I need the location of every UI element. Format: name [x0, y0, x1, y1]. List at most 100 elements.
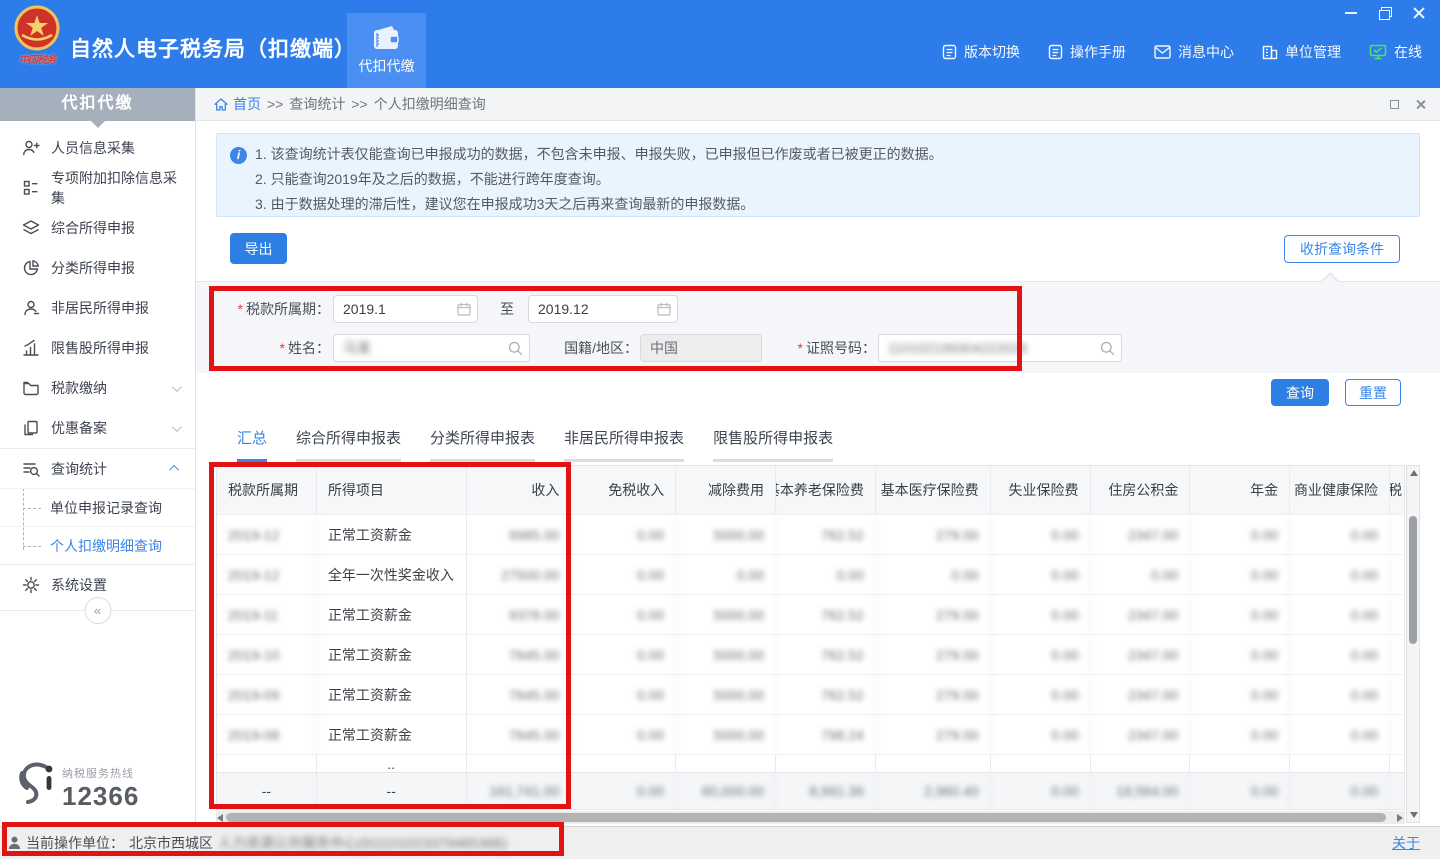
breadcrumb-home[interactable]: 首页 — [214, 94, 261, 114]
tab-nonresident-income[interactable]: 非居民所得申报表 — [564, 427, 684, 462]
online-status[interactable]: 在线 — [1369, 42, 1422, 62]
nav-message-center[interactable]: 消息中心 — [1154, 42, 1234, 62]
column-header[interactable]: 税款所属期 — [217, 466, 317, 514]
column-header[interactable]: 年金 — [1190, 466, 1290, 514]
nav-operation-manual[interactable]: 操作手册 — [1048, 42, 1126, 62]
table-row[interactable]: 2019-10正常工资薪金7645.000.005000.00762.52279… — [217, 634, 1404, 674]
sidebar-item-nonresident-income[interactable]: 非居民所得申报 — [0, 288, 195, 328]
hotline-block: 纳税服务热线 12366 — [16, 759, 139, 813]
export-button[interactable]: 导出 — [230, 233, 287, 264]
table-cell: 0.00 — [1290, 773, 1390, 809]
folder-icon — [22, 379, 40, 397]
table-cell: 0.00 — [1190, 595, 1290, 634]
table-cell: 0.00 — [571, 595, 676, 634]
column-header[interactable]: 住房公积金 — [1091, 466, 1191, 514]
sidebar-item-label: 优惠备案 — [51, 418, 107, 438]
query-button[interactable]: 查询 — [1271, 379, 1329, 406]
logo-brand-text: 中国税务 — [8, 51, 66, 66]
titlebar: 中国税务 自然人电子税务局（扣缴端） 代扣代缴 版本切换 操作手册 — [0, 0, 1440, 88]
table-cell — [1390, 635, 1404, 674]
sidebar-item-query-statistics[interactable]: 查询统计 — [0, 448, 195, 488]
column-header[interactable]: 商业健康保险 — [1290, 466, 1390, 514]
scroll-left-arrow-icon[interactable] — [217, 814, 223, 822]
horizontal-scroll-thumb[interactable] — [226, 813, 1386, 822]
table-row[interactable]: 2019-12全年一次性奖金收入27500.000.000.000.000.00… — [217, 554, 1404, 594]
table-row[interactable]: 2019-11正常工资薪金9378.000.005000.00762.52279… — [217, 594, 1404, 634]
tab-summary[interactable]: 汇总 — [237, 427, 267, 462]
tab-classified-income[interactable]: 分类所得申报表 — [430, 427, 535, 462]
sidebar-item-preferential-filing[interactable]: 优惠备案 — [0, 408, 195, 448]
column-header[interactable]: 基本医疗保险费 — [876, 466, 991, 514]
table-cell: 5000.00 — [676, 635, 776, 674]
column-header[interactable]: 税 — [1390, 466, 1404, 514]
breadcrumb-item[interactable]: 查询统计 — [289, 94, 345, 114]
table-cell: 762.52 — [776, 675, 876, 714]
about-link[interactable]: 关于 — [1392, 833, 1420, 853]
close-icon[interactable] — [1412, 6, 1426, 20]
tab-withholding-module[interactable]: 代扣代缴 — [347, 13, 426, 88]
table-row[interactable]: 2019-08正常工资薪金7645.000.005000.00798.24279… — [217, 714, 1404, 754]
nationality-value: 中国 — [650, 340, 678, 356]
sidebar-collapse-button[interactable]: « — [84, 597, 111, 624]
period-from-input[interactable]: 2019.1 — [333, 295, 478, 323]
reset-button[interactable]: 重置 — [1345, 379, 1401, 406]
scroll-right-arrow-icon[interactable] — [1397, 814, 1403, 822]
tab-restricted-shares[interactable]: 限售股所得申报表 — [713, 427, 833, 462]
required-mark: * — [238, 301, 243, 317]
sidebar-item-unit-declaration-query[interactable]: 单位申报记录查询 — [0, 488, 195, 526]
sidebar-item-restricted-shares[interactable]: 限售股所得申报 — [0, 328, 195, 368]
table-cell: 0.00 — [1290, 635, 1390, 674]
operating-unit-blurred: 人力资源公共服务中心(91110102337948536B) — [218, 833, 507, 853]
column-header[interactable]: 收入 — [467, 466, 572, 514]
table-row[interactable]: 2019-09正常工资薪金7645.000.005000.00762.52279… — [217, 674, 1404, 714]
calendar-icon — [657, 302, 671, 316]
minimize-icon[interactable] — [1344, 6, 1358, 20]
column-header[interactable]: 减除费用 — [676, 466, 776, 514]
sidebar-item-label: 税款缴纳 — [51, 378, 107, 398]
sidebar-item-tax-payment[interactable]: 税款缴纳 — [0, 368, 195, 408]
tab-comprehensive-income[interactable]: 综合所得申报表 — [296, 427, 401, 462]
column-header[interactable]: 失业保险费 — [991, 466, 1091, 514]
table-cell: 762.52 — [776, 635, 876, 674]
operating-unit-value: 北京市西城区 — [129, 833, 213, 853]
scroll-up-arrow-icon[interactable] — [1410, 470, 1418, 476]
sidebar-header: 代扣代缴 — [0, 88, 195, 121]
collapse-query-button[interactable]: 收折查询条件 — [1284, 235, 1400, 263]
sidebar-item-classified-income[interactable]: 分类所得申报 — [0, 248, 195, 288]
sidebar-item-label: 分类所得申报 — [51, 258, 135, 278]
column-header[interactable]: 基本养老保险费 — [776, 466, 876, 514]
sidebar-item-personal-withholding-query[interactable]: 个人扣缴明细查询 — [0, 526, 195, 564]
nav-version-switch[interactable]: 版本切换 — [942, 42, 1020, 62]
sidebar-item-personnel-info[interactable]: 人员信息采集 — [0, 128, 195, 168]
vertical-scroll-thumb[interactable] — [1409, 516, 1417, 644]
inner-close-icon[interactable] — [1415, 99, 1426, 110]
table-cell: 2347.00 — [1091, 675, 1191, 714]
wallet-icon — [372, 25, 402, 51]
table-cell: 762.52 — [776, 515, 876, 554]
breadcrumb-item-current: 个人扣缴明细查询 — [374, 94, 486, 114]
scroll-down-arrow-icon[interactable] — [1410, 812, 1418, 818]
table-cell: 0.00 — [991, 515, 1091, 554]
name-input[interactable]: 马某 — [333, 334, 530, 362]
sub-item-label: 单位申报记录查询 — [50, 498, 162, 518]
column-header[interactable]: 免税收入 — [571, 466, 676, 514]
table-cell: 0.00 — [991, 635, 1091, 674]
table-row[interactable]: 2019-12正常工资薪金9985.000.005000.00762.52279… — [217, 514, 1404, 554]
horizontal-scrollbar[interactable] — [216, 811, 1405, 824]
sidebar-item-comprehensive-income[interactable]: 综合所得申报 — [0, 208, 195, 248]
table-cell: 0.00 — [1190, 715, 1290, 754]
nav-unit-management[interactable]: 单位管理 — [1262, 42, 1341, 62]
nationality-input: 中国 — [640, 334, 762, 362]
table-cell — [1190, 755, 1290, 772]
table-total-row[interactable]: ----161,741.000.0060,000.008,991.362,960… — [217, 772, 1404, 809]
inner-maximize-icon[interactable] — [1390, 100, 1399, 109]
id-number-input[interactable]: 110102199304222029 — [878, 334, 1122, 362]
breadcrumb: 首页 >> 查询统计 >> 个人扣缴明细查询 — [196, 88, 1440, 121]
column-header[interactable]: 所得项目 — [317, 466, 467, 514]
table-cell: 5000.00 — [676, 595, 776, 634]
table-cell: 7645.00 — [467, 675, 572, 714]
sidebar-item-special-deduction[interactable]: 专项附加扣除信息采集 — [0, 168, 195, 208]
period-to-input[interactable]: 2019.12 — [528, 295, 678, 323]
restore-icon[interactable] — [1378, 6, 1392, 20]
vertical-scrollbar[interactable] — [1406, 465, 1420, 823]
